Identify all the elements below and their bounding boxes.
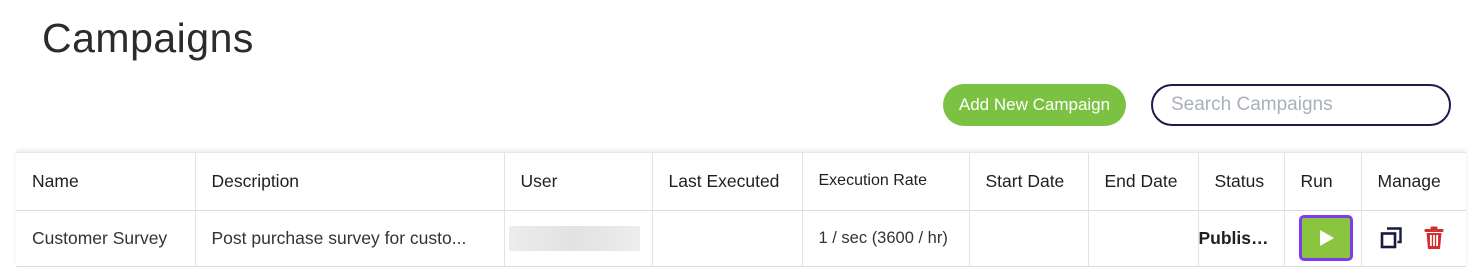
column-header-description[interactable]: Description: [195, 153, 505, 210]
table-row[interactable]: Customer Survey Post purchase survey for…: [16, 210, 1466, 266]
copy-button[interactable]: [1378, 225, 1404, 251]
column-header-start-date[interactable]: Start Date: [969, 153, 1089, 210]
cell-description: Post purchase survey for custo...: [195, 210, 505, 266]
play-icon: [1319, 230, 1334, 246]
search-campaigns-input[interactable]: [1151, 84, 1451, 126]
cell-last-executed: [652, 210, 803, 266]
cell-manage: [1361, 210, 1466, 266]
cell-execution-rate: 1 / sec (3600 / hr): [802, 210, 970, 266]
column-header-execution-rate[interactable]: Execution Rate: [802, 153, 970, 210]
column-header-end-date[interactable]: End Date: [1088, 153, 1199, 210]
column-header-last-executed[interactable]: Last Executed: [652, 153, 803, 210]
column-header-status[interactable]: Status: [1198, 153, 1285, 210]
delete-button[interactable]: [1421, 225, 1447, 251]
column-header-run: Run: [1284, 153, 1362, 210]
cell-start-date: [969, 210, 1089, 266]
column-header-user[interactable]: User: [504, 153, 653, 210]
cell-end-date: [1088, 210, 1199, 266]
run-button[interactable]: [1298, 215, 1353, 261]
status-badge: Published: [1198, 210, 1285, 266]
cell-name[interactable]: Customer Survey: [16, 210, 196, 266]
campaigns-table: Name Description User Last Executed Exec…: [16, 152, 1466, 267]
column-header-name[interactable]: Name: [16, 153, 196, 210]
column-header-manage: Manage: [1377, 170, 1441, 191]
add-new-campaign-button[interactable]: Add New Campaign: [943, 84, 1126, 126]
table-header-row: Name Description User Last Executed Exec…: [16, 153, 1466, 210]
cell-user: [504, 210, 653, 266]
cell-run: [1284, 210, 1362, 266]
page-title: Campaigns: [42, 15, 254, 61]
redacted-user: [508, 225, 640, 251]
campaigns-page: Campaigns Add New Campaign Name Descript…: [0, 0, 1478, 277]
copy-icon: [1380, 227, 1402, 249]
trash-icon: [1424, 226, 1444, 249]
